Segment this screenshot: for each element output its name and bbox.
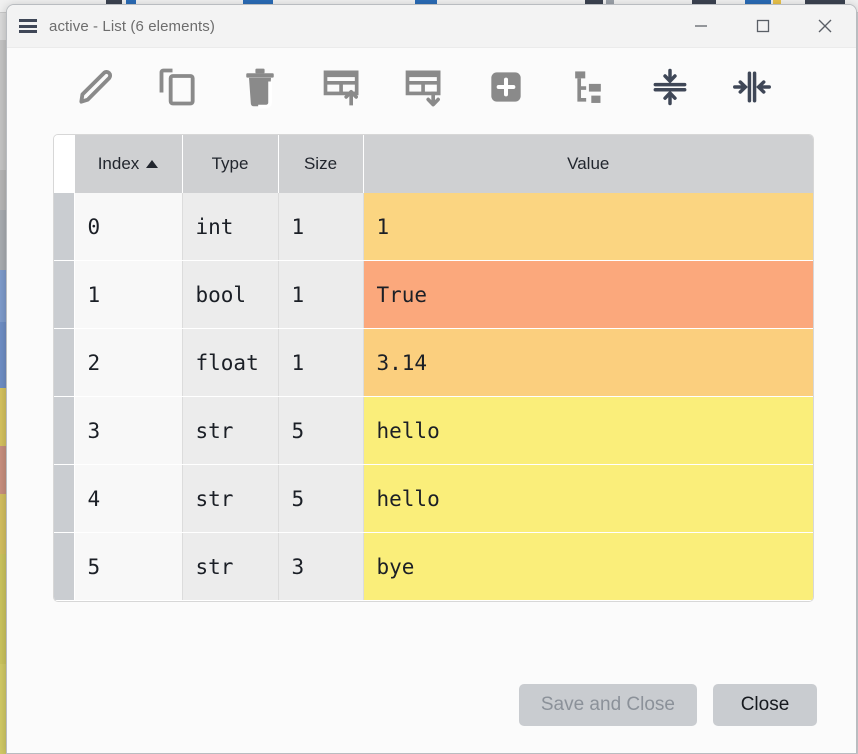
column-header-size[interactable]: Size <box>278 135 364 193</box>
cell-value[interactable]: bye <box>363 532 813 601</box>
cell-type[interactable]: bool <box>182 260 279 329</box>
insert-row-below-icon <box>402 65 446 109</box>
cell-type[interactable]: str <box>182 532 279 601</box>
edit-item-button[interactable] <box>55 55 137 119</box>
cell-value[interactable]: hello <box>363 396 813 465</box>
dialog-footer: Save and Close Close <box>7 657 856 753</box>
row-header[interactable] <box>54 464 75 533</box>
row-header[interactable] <box>54 193 75 261</box>
cell-size[interactable]: 1 <box>278 328 364 397</box>
resize-columns-icon <box>730 65 774 109</box>
add-item-button[interactable] <box>465 55 547 119</box>
cell-value[interactable]: 1 <box>363 193 813 261</box>
cell-value[interactable]: hello <box>363 464 813 533</box>
table-row[interactable]: 5 str 3 bye <box>54 532 813 601</box>
cell-type[interactable]: str <box>182 396 279 465</box>
cell-size[interactable]: 3 <box>278 532 364 601</box>
list-editor-dialog: active - List (6 elements) Index Type Si… <box>6 4 857 754</box>
cell-size[interactable]: 1 <box>278 193 364 261</box>
minimize-icon[interactable] <box>670 5 732 47</box>
window-title: active - List (6 elements) <box>49 17 215 35</box>
dialog-titlebar[interactable]: active - List (6 elements) <box>7 5 856 48</box>
cell-value[interactable]: True <box>363 260 813 329</box>
sort-ascending-icon <box>146 160 159 168</box>
list-table-container[interactable]: Index Type Size Value 0 int 1 1 1 bool 1… <box>53 134 814 602</box>
resize-columns-button[interactable] <box>711 55 793 119</box>
plus-square-icon <box>484 65 528 109</box>
remove-item-button[interactable] <box>219 55 301 119</box>
column-header-type-label: Type <box>211 154 249 173</box>
tree-structure-icon <box>566 65 610 109</box>
cell-index[interactable]: 4 <box>74 464 183 533</box>
cell-size[interactable]: 5 <box>278 464 364 533</box>
row-header[interactable] <box>54 328 75 397</box>
duplicate-item-button[interactable] <box>137 55 219 119</box>
row-header[interactable] <box>54 260 75 329</box>
cell-type[interactable]: int <box>182 193 279 261</box>
insert-below-button[interactable] <box>383 55 465 119</box>
cell-index[interactable]: 5 <box>74 532 183 601</box>
cell-index[interactable]: 1 <box>74 260 183 329</box>
cell-type[interactable]: float <box>182 328 279 397</box>
column-header-index-label: Index <box>97 154 140 173</box>
cell-value[interactable]: 3.14 <box>363 328 813 397</box>
maximize-icon[interactable] <box>732 5 794 47</box>
resize-rows-icon <box>648 65 692 109</box>
tree-view-button[interactable] <box>547 55 629 119</box>
table-header-row: Index Type Size Value <box>54 135 813 193</box>
table-body: 0 int 1 1 1 bool 1 True 2 float 1 3.14 3… <box>54 193 813 601</box>
list-table: Index Type Size Value 0 int 1 1 1 bool 1… <box>54 135 813 601</box>
pencil-icon <box>74 65 118 109</box>
close-button[interactable]: Close <box>713 684 817 726</box>
column-header-type[interactable]: Type <box>182 135 279 193</box>
resize-rows-button[interactable] <box>629 55 711 119</box>
dialog-toolbar <box>7 48 856 126</box>
trash-icon <box>238 65 282 109</box>
cell-size[interactable]: 5 <box>278 396 364 465</box>
insert-row-above-icon <box>320 65 364 109</box>
table-row[interactable]: 4 str 5 hello <box>54 464 813 533</box>
cell-index[interactable]: 3 <box>74 396 183 465</box>
cell-index[interactable]: 0 <box>74 193 183 261</box>
column-header-size-label: Size <box>303 154 338 173</box>
table-header: Index Type Size Value <box>54 135 813 193</box>
cell-index[interactable]: 2 <box>74 328 183 397</box>
column-header-index[interactable]: Index <box>74 135 183 193</box>
table-corner-cell <box>54 135 75 193</box>
table-row[interactable]: 3 str 5 hello <box>54 396 813 465</box>
copy-icon <box>156 65 200 109</box>
save-and-close-button[interactable]: Save and Close <box>518 684 697 726</box>
column-header-value[interactable]: Value <box>363 135 813 193</box>
cell-size[interactable]: 1 <box>278 260 364 329</box>
close-icon[interactable] <box>794 5 856 47</box>
table-row[interactable]: 1 bool 1 True <box>54 260 813 329</box>
column-header-value-label: Value <box>567 154 610 173</box>
list-table-icon <box>19 19 37 33</box>
cell-type[interactable]: str <box>182 464 279 533</box>
table-row[interactable]: 0 int 1 1 <box>54 193 813 261</box>
window-controls <box>670 5 856 47</box>
insert-above-button[interactable] <box>301 55 383 119</box>
table-row[interactable]: 2 float 1 3.14 <box>54 328 813 397</box>
row-header[interactable] <box>54 532 75 601</box>
row-header[interactable] <box>54 396 75 465</box>
